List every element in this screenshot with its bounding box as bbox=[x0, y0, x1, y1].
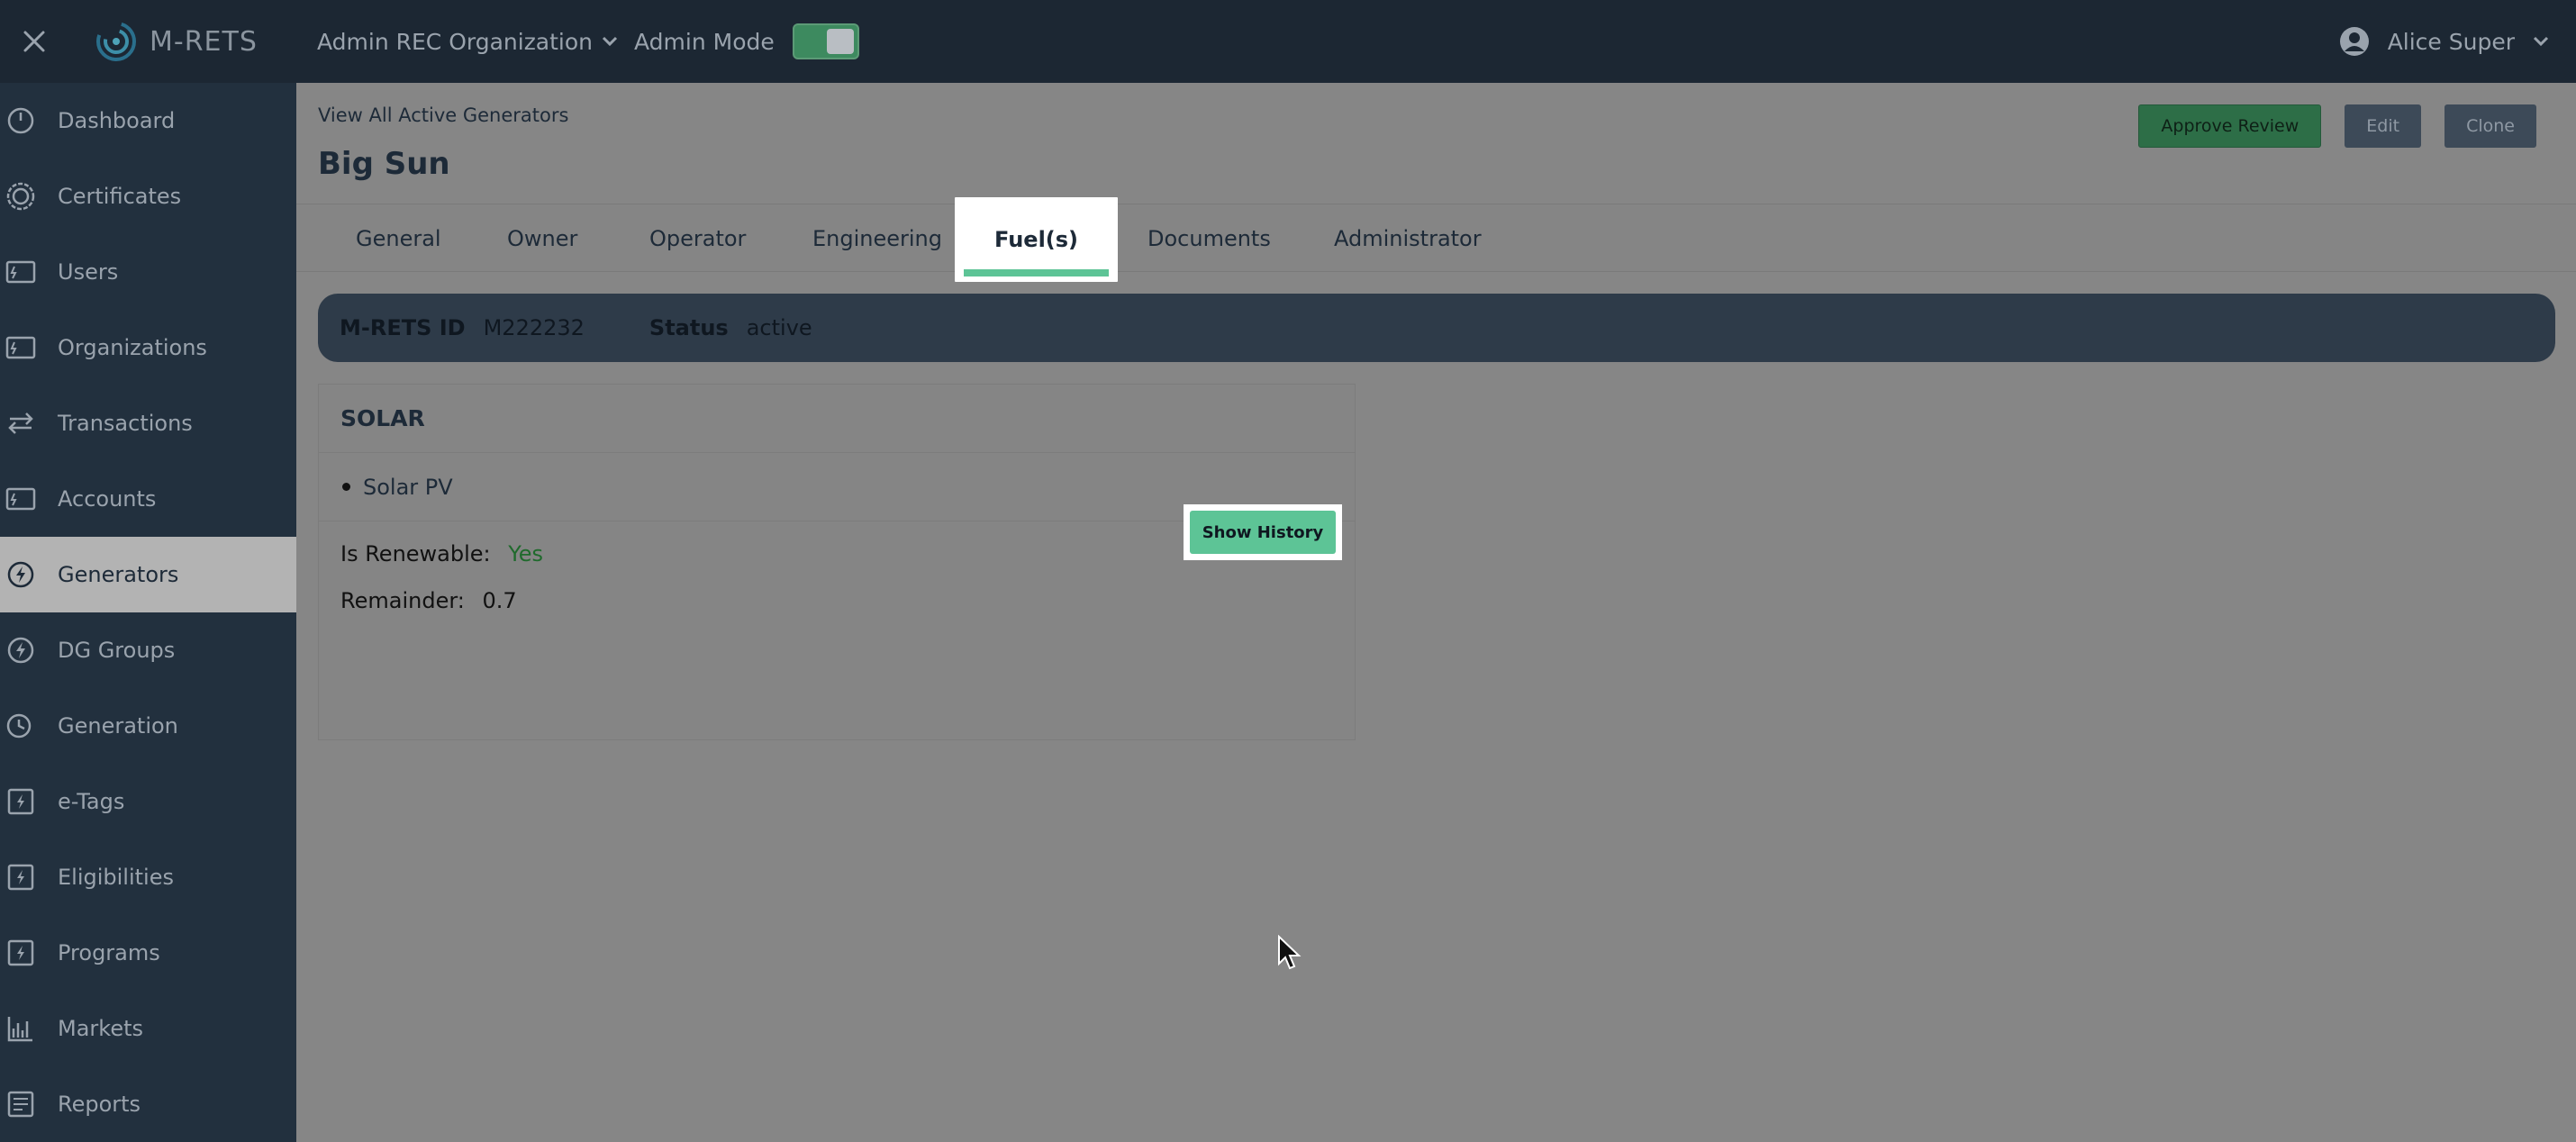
sidebar: Dashboard Certificates Users Organizatio… bbox=[0, 83, 296, 1142]
tab-operator[interactable]: Operator bbox=[649, 204, 746, 273]
sidebar-item-label: Programs bbox=[58, 940, 160, 965]
sidebar-item-label: DG Groups bbox=[58, 638, 176, 663]
sidebar-item-eligibilities[interactable]: Eligibilities bbox=[0, 839, 296, 915]
sidebar-item-reports[interactable]: Reports bbox=[0, 1066, 296, 1142]
list-bullet bbox=[342, 483, 350, 491]
approve-review-button[interactable]: Approve Review bbox=[2138, 104, 2322, 148]
sidebar-item-label: Generators bbox=[58, 562, 179, 587]
sidebar-item-label: Generation bbox=[58, 713, 178, 739]
sidebar-item-certificates[interactable]: Certificates bbox=[0, 159, 296, 234]
clone-button[interactable]: Clone bbox=[2444, 104, 2536, 148]
top-bar: M-RETS Admin REC Organization Admin Mode… bbox=[0, 0, 2576, 83]
toggle-knob bbox=[826, 29, 854, 54]
tab-bar: General Owner Operator Engineering Fuel(… bbox=[296, 197, 2576, 282]
badge-icon bbox=[5, 181, 36, 212]
renewable-row: Is Renewable: Yes bbox=[340, 541, 543, 566]
sidebar-item-label: Dashboard bbox=[58, 108, 176, 133]
clock-icon bbox=[5, 711, 36, 741]
sidebar-item-programs[interactable]: Programs bbox=[0, 915, 296, 991]
sidebar-item-label: Certificates bbox=[58, 184, 182, 209]
brand-logo[interactable]: M-RETS bbox=[94, 16, 258, 67]
fuel-type-item: Solar PV bbox=[363, 474, 453, 500]
sidebar-item-accounts[interactable]: Accounts bbox=[0, 461, 296, 537]
chevron-down-icon bbox=[602, 36, 618, 47]
edit-button[interactable]: Edit bbox=[2345, 104, 2422, 148]
sidebar-item-label: Transactions bbox=[58, 411, 193, 436]
sidebar-item-label: Markets bbox=[58, 1016, 144, 1041]
admin-mode-control: Admin Mode bbox=[634, 20, 859, 63]
close-icon bbox=[23, 31, 45, 52]
brand-name: M-RETS bbox=[150, 25, 258, 58]
main-content: View All Active Generators Big Sun Appro… bbox=[296, 83, 2576, 1142]
header-actions: Approve Review Edit Clone bbox=[2138, 104, 2536, 148]
sidebar-item-label: Reports bbox=[58, 1092, 141, 1117]
sidebar-item-users[interactable]: Users bbox=[0, 234, 296, 310]
renewable-label: Is Renewable: bbox=[340, 541, 491, 566]
bolt-circle-icon bbox=[5, 559, 36, 590]
close-menu-button[interactable] bbox=[13, 20, 56, 63]
arrows-icon bbox=[5, 408, 36, 439]
status-value: active bbox=[746, 315, 812, 340]
admin-mode-label: Admin Mode bbox=[634, 28, 775, 55]
bolt-circle-icon bbox=[5, 635, 36, 666]
tab-administrator[interactable]: Administrator bbox=[1334, 204, 1482, 273]
sidebar-item-label: e-Tags bbox=[58, 789, 125, 814]
tab-general[interactable]: General bbox=[356, 204, 441, 273]
show-history-button[interactable]: Show History bbox=[1190, 511, 1336, 554]
user-name: Alice Super bbox=[2387, 28, 2515, 55]
sidebar-item-generators[interactable]: Generators bbox=[0, 537, 296, 612]
status-label: Status bbox=[649, 315, 729, 340]
sidebar-item-e-tags[interactable]: e-Tags bbox=[0, 764, 296, 839]
remainder-value: 0.7 bbox=[482, 588, 517, 613]
remainder-row: Remainder: 0.7 bbox=[340, 588, 517, 613]
tab-owner[interactable]: Owner bbox=[507, 204, 577, 273]
breadcrumb-link[interactable]: View All Active Generators bbox=[318, 104, 568, 126]
bolt-square-icon bbox=[5, 938, 36, 968]
sidebar-item-label: Users bbox=[58, 259, 119, 285]
tab-engineering[interactable]: Engineering bbox=[812, 204, 942, 273]
sidebar-item-dashboard[interactable]: Dashboard bbox=[0, 83, 296, 159]
organization-selector[interactable]: Admin REC Organization bbox=[317, 23, 618, 59]
mrets-id-label: M-RETS ID bbox=[340, 315, 466, 340]
organization-name: Admin REC Organization bbox=[317, 28, 594, 55]
mouse-cursor-icon bbox=[1278, 935, 1302, 970]
report-icon bbox=[5, 1089, 36, 1119]
sidebar-item-label: Accounts bbox=[58, 486, 157, 512]
tab-fuels[interactable]: Fuel(s) bbox=[955, 197, 1119, 282]
fuel-card: SOLAR Solar PV Is Renewable: Yes Remaind… bbox=[318, 384, 1356, 740]
active-tab-indicator bbox=[964, 269, 1110, 276]
fuel-name: SOLAR bbox=[319, 385, 1355, 453]
admin-mode-toggle[interactable] bbox=[792, 23, 859, 59]
page-title: Big Sun bbox=[318, 146, 450, 182]
gauge-icon bbox=[5, 105, 36, 136]
sidebar-item-transactions[interactable]: Transactions bbox=[0, 385, 296, 461]
user-avatar-icon bbox=[2339, 27, 2369, 56]
sidebar-item-markets[interactable]: Markets bbox=[0, 991, 296, 1066]
tab-label: Fuel(s) bbox=[994, 227, 1079, 252]
generator-info-bar: M-RETS ID M222232 Status active bbox=[318, 294, 2555, 362]
sidebar-item-organizations[interactable]: Organizations bbox=[0, 310, 296, 385]
card-icon bbox=[5, 257, 36, 287]
chart-icon bbox=[5, 1013, 36, 1044]
swirl-logo-icon bbox=[96, 22, 136, 61]
card-icon bbox=[5, 332, 36, 363]
card-icon bbox=[5, 484, 36, 514]
sidebar-item-label: Organizations bbox=[58, 335, 207, 360]
chevron-down-icon bbox=[2533, 36, 2549, 47]
remainder-label: Remainder: bbox=[340, 588, 465, 613]
show-history-highlight: Show History bbox=[1184, 504, 1342, 560]
tab-documents[interactable]: Documents bbox=[1147, 204, 1271, 273]
sidebar-item-dg-groups[interactable]: DG Groups bbox=[0, 612, 296, 688]
sidebar-item-label: Eligibilities bbox=[58, 865, 174, 890]
mrets-id-value: M222232 bbox=[483, 315, 585, 340]
bolt-square-icon bbox=[5, 786, 36, 817]
sidebar-item-generation[interactable]: Generation bbox=[0, 688, 296, 764]
renewable-value: Yes bbox=[508, 541, 544, 566]
user-menu[interactable]: Alice Super bbox=[2339, 20, 2549, 63]
bolt-square-icon bbox=[5, 862, 36, 893]
